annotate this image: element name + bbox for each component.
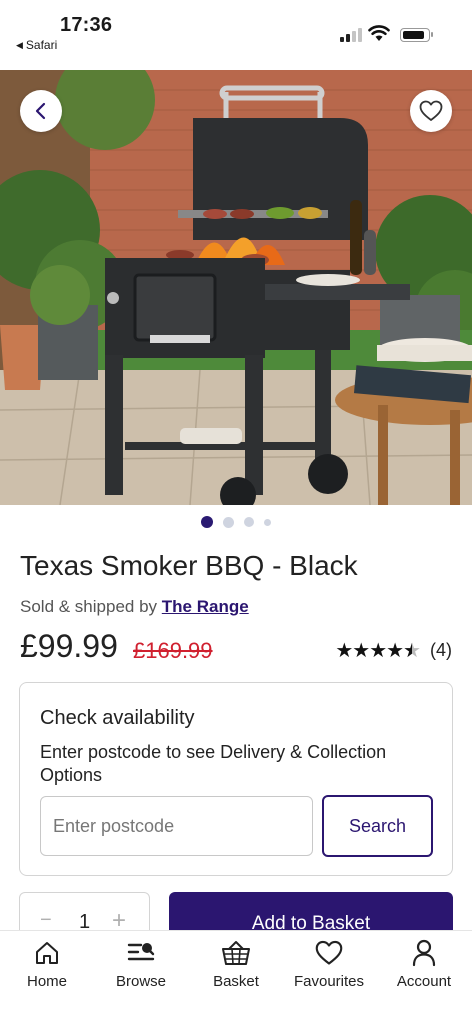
back-to-app-link[interactable]: ◀ Safari xyxy=(16,38,57,52)
tab-basket[interactable]: Basket xyxy=(191,937,281,990)
browse-icon xyxy=(127,943,155,961)
product-image[interactable] xyxy=(0,70,472,505)
cellular-signal-icon xyxy=(340,28,362,42)
tab-browse-label: Browse xyxy=(115,973,167,990)
home-icon xyxy=(36,942,58,964)
back-app-label: Safari xyxy=(25,38,58,52)
tab-basket-label: Basket xyxy=(213,973,259,990)
seller-link[interactable]: The Range xyxy=(162,597,249,616)
pagination-dot[interactable] xyxy=(244,517,254,527)
heart-icon xyxy=(315,940,343,965)
pagination-dot-active[interactable] xyxy=(201,516,213,528)
tab-home-label: Home xyxy=(26,973,67,990)
tab-favourites-label: Favourites xyxy=(293,973,365,990)
tab-home[interactable]: Home xyxy=(2,937,92,990)
status-bar: 17:36 ◀ Safari xyxy=(0,0,472,70)
availability-heading: Check availability xyxy=(40,707,195,729)
tab-account-label: Account xyxy=(396,973,452,990)
availability-description: Enter postcode to see Delivery & Collect… xyxy=(40,742,387,785)
back-button[interactable] xyxy=(20,90,62,132)
status-time: 17:36 xyxy=(60,14,113,36)
tab-account[interactable]: Account xyxy=(379,937,469,990)
battery-icon xyxy=(400,28,433,42)
account-icon xyxy=(412,939,436,967)
postcode-input[interactable] xyxy=(40,796,313,856)
original-price: £169.99 xyxy=(133,638,213,663)
chevron-left-icon xyxy=(35,102,46,120)
tab-favourites[interactable]: Favourites xyxy=(284,937,374,990)
check-availability-card: Check availability Enter postcode to see… xyxy=(19,682,453,876)
seller-info: Sold & shipped by The Range xyxy=(20,597,249,617)
image-pagination[interactable] xyxy=(0,516,472,528)
favourite-button[interactable] xyxy=(410,90,452,132)
basket-icon xyxy=(222,941,250,965)
current-price: £99.99 xyxy=(20,628,118,664)
back-triangle-icon: ◀ xyxy=(16,39,23,50)
review-count: (4) xyxy=(430,640,452,660)
tab-browse[interactable]: Browse xyxy=(96,937,186,990)
product-rating[interactable]: ★★★★★ ★ (4) xyxy=(335,638,452,663)
product-title: Texas Smoker BBQ - Black xyxy=(20,550,358,581)
heart-outline-icon xyxy=(419,100,443,121)
seller-prefix: Sold & shipped by xyxy=(20,597,158,616)
pagination-dot[interactable] xyxy=(223,516,234,528)
bottom-tab-bar: Home Browse Basket Favourites Account xyxy=(0,930,472,1024)
search-button[interactable]: Search xyxy=(322,795,433,857)
bbq-photo xyxy=(0,70,472,505)
wifi-icon xyxy=(368,25,390,41)
star-rating-icon: ★★★★★ ★ xyxy=(335,640,421,662)
decrease-quantity-button[interactable]: − xyxy=(40,909,52,932)
pagination-dot[interactable] xyxy=(264,518,271,526)
